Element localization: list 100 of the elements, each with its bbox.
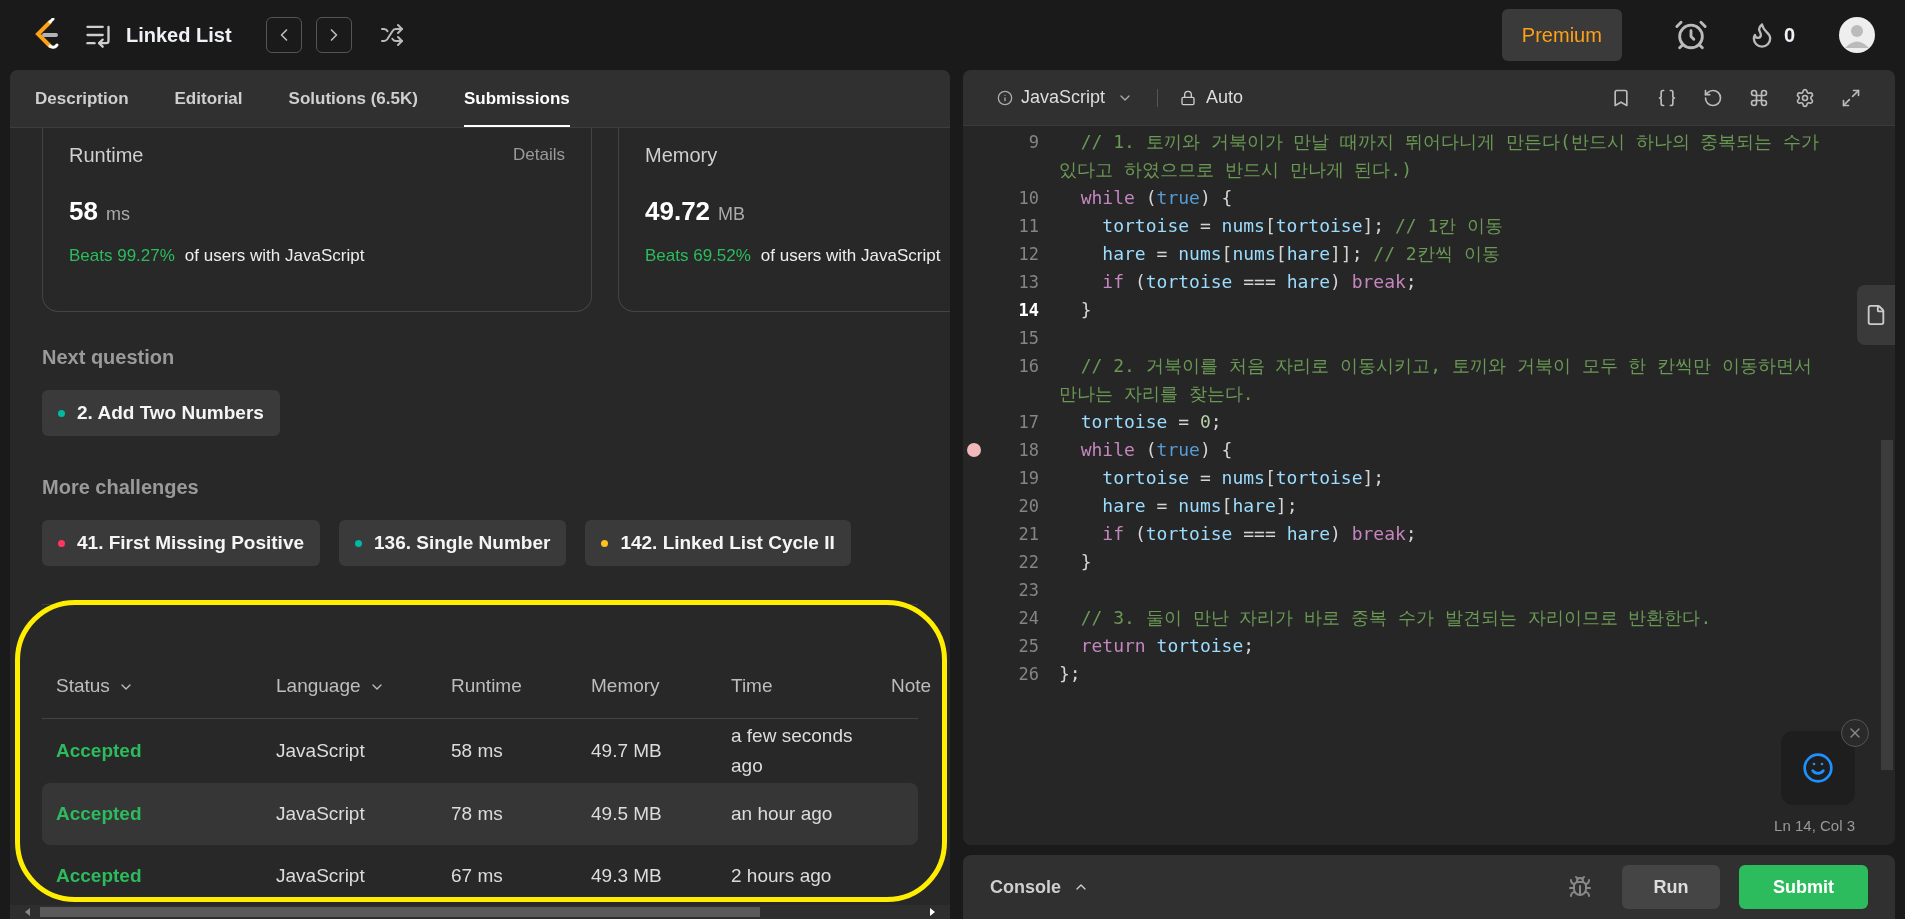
- horizontal-scrollbar[interactable]: [10, 905, 950, 919]
- language-selector[interactable]: JavaScript: [1021, 84, 1134, 111]
- column-header: Note: [891, 674, 932, 699]
- question-chip[interactable]: 2. Add Two Numbers: [42, 390, 280, 436]
- avatar-icon[interactable]: [1839, 17, 1875, 53]
- reset-icon[interactable]: [1703, 87, 1723, 108]
- expand-icon[interactable]: [1841, 87, 1861, 108]
- submission-row[interactable]: Accepted JavaScript 58 ms 49.7 MB a few seconds ago: [42, 719, 918, 783]
- line-number: 14: [1018, 299, 1039, 322]
- stat-unit: ms: [105, 203, 130, 226]
- mode-label[interactable]: Auto: [1206, 84, 1244, 111]
- run-button[interactable]: Run: [1622, 865, 1720, 909]
- close-button[interactable]: [1841, 719, 1869, 747]
- column-header: Memory: [591, 674, 660, 699]
- status-cell-text: Accepted: [56, 863, 143, 888]
- code-line: tortoise = nums[tortoise]; // 1칸 이동: [1101, 214, 1505, 238]
- section-heading: More challenges: [42, 475, 200, 500]
- command-icon[interactable]: [1749, 87, 1769, 108]
- submission-row[interactable]: Accepted JavaScript 78 ms 49.5 MB an hour ago: [42, 783, 918, 845]
- line-number: 20: [1018, 495, 1039, 518]
- line-number: 11: [1018, 215, 1039, 238]
- stat-unit: MB: [718, 203, 746, 226]
- line-number: 19: [1018, 467, 1039, 490]
- memory-cell-text: 49.5 MB: [591, 801, 663, 826]
- shuffle-icon[interactable]: [379, 23, 404, 47]
- line-number: 13: [1018, 271, 1039, 294]
- line-number: 23: [1018, 579, 1039, 602]
- code-line: }: [1079, 550, 1093, 574]
- runtime-cell-text: 78 ms: [451, 801, 504, 826]
- stat-label: Memory: [645, 143, 718, 168]
- language-cell-text: JavaScript: [276, 738, 366, 763]
- column-header: Runtime: [451, 674, 522, 699]
- panel-tab[interactable]: Editorial: [174, 85, 243, 127]
- chat-widget[interactable]: [1781, 731, 1855, 805]
- line-number: 15: [1018, 327, 1039, 350]
- premium-button[interactable]: Premium: [1501, 9, 1622, 61]
- runtime-cell-text: 58 ms: [451, 738, 504, 763]
- code-line: // 1. 토끼와 거북이가 만날 때까지 뛰어다니게 만든다(반드시 하나의 중복되는 수가 있다고 하였으므로 반드시 만나게 된다.): [1059, 130, 1821, 182]
- line-number: 12: [1018, 243, 1039, 266]
- bug-icon[interactable]: [1568, 875, 1592, 899]
- line-number: 17: [1018, 411, 1039, 434]
- beats-percentage: Beats 69.52%: [645, 245, 751, 267]
- memory-cell-text: 49.3 MB: [591, 863, 663, 888]
- column-header: Time: [731, 674, 773, 699]
- file-side-tab[interactable]: [1857, 285, 1895, 345]
- line-number: 10: [1018, 187, 1039, 210]
- beats-percentage: Beats 99.27%: [69, 245, 175, 267]
- alarm-clock-icon[interactable]: [1673, 18, 1708, 52]
- stat-value: 58: [69, 195, 98, 228]
- column-header[interactable]: Status: [56, 672, 134, 701]
- code-line: // 2. 거북이를 처음 자리로 이동시키고, 토끼와 거북이 모두 한 칸씩만 이동하면서 만나는 자리를 찾는다.: [1059, 354, 1814, 406]
- question-chip[interactable]: 142. Linked List Cycle II: [585, 520, 851, 566]
- question-chip[interactable]: 41. First Missing Positive: [42, 520, 321, 566]
- memory-cell-text: 49.7 MB: [591, 738, 663, 763]
- line-number: 26: [1018, 663, 1039, 686]
- language-cell-text: JavaScript: [276, 801, 366, 826]
- runtime-cell-text: 67 ms: [451, 863, 504, 888]
- line-number: 16: [1018, 355, 1039, 378]
- details-link[interactable]: Details: [513, 142, 565, 168]
- time-cell-text: 2 hours ago: [731, 864, 833, 888]
- lock-icon: [1180, 89, 1197, 106]
- line-number: 9: [1028, 131, 1039, 154]
- console-toggle[interactable]: Console: [990, 873, 1089, 901]
- question-chip[interactable]: 136. Single Number: [339, 520, 567, 566]
- stat-value: 49.72: [645, 195, 711, 228]
- code-line: tortoise = nums[tortoise];: [1101, 466, 1386, 490]
- submission-row[interactable]: Accepted JavaScript 67 ms 49.3 MB 2 hours ago: [42, 845, 918, 905]
- streak-count: 0: [1783, 23, 1795, 48]
- code-line: if (tortoise === hare) break;: [1101, 270, 1418, 294]
- time-cell-text: a few seconds ago: [731, 724, 854, 778]
- language-cell-text: JavaScript: [276, 863, 366, 888]
- beats-text: of users with JavaScript: [760, 245, 941, 267]
- braces-icon[interactable]: [1657, 87, 1677, 108]
- info-icon: [997, 89, 1013, 106]
- time-cell-text: an hour ago: [731, 802, 834, 826]
- line-number: 18: [1018, 439, 1039, 462]
- code-line: while (true) {: [1079, 438, 1234, 462]
- code-line: hare = nums[hare];: [1101, 494, 1299, 518]
- cursor-position: Ln 14, Col 3: [1774, 815, 1855, 836]
- code-line: tortoise = 0;: [1079, 410, 1223, 434]
- problem-list-title[interactable]: Linked List: [126, 20, 232, 50]
- bookmark-icon[interactable]: [1611, 87, 1631, 108]
- beats-text: of users with JavaScript: [184, 245, 365, 267]
- code-line: return tortoise;: [1079, 634, 1256, 658]
- stat-label: Runtime: [69, 143, 144, 168]
- status-cell-text: Accepted: [56, 801, 143, 826]
- code-line: hare = nums[nums[hare]]; // 2칸씩 이동: [1101, 242, 1501, 266]
- chat-smile-icon: [1802, 752, 1834, 784]
- panel-tab[interactable]: Submissions: [463, 85, 570, 127]
- code-line: if (tortoise === hare) break;: [1101, 522, 1418, 546]
- line-number: 21: [1018, 523, 1039, 546]
- panel-tab[interactable]: Description: [35, 85, 129, 127]
- panel-tab[interactable]: Solutions (6.5K): [288, 85, 418, 127]
- status-cell-text: Accepted: [56, 738, 143, 763]
- code-line: }: [1079, 298, 1093, 322]
- code-line: };: [1059, 662, 1082, 686]
- settings-icon[interactable]: [1795, 87, 1815, 108]
- line-number: 22: [1018, 551, 1039, 574]
- code-line: while (true) {: [1079, 186, 1234, 210]
- column-header[interactable]: Language: [276, 672, 385, 701]
